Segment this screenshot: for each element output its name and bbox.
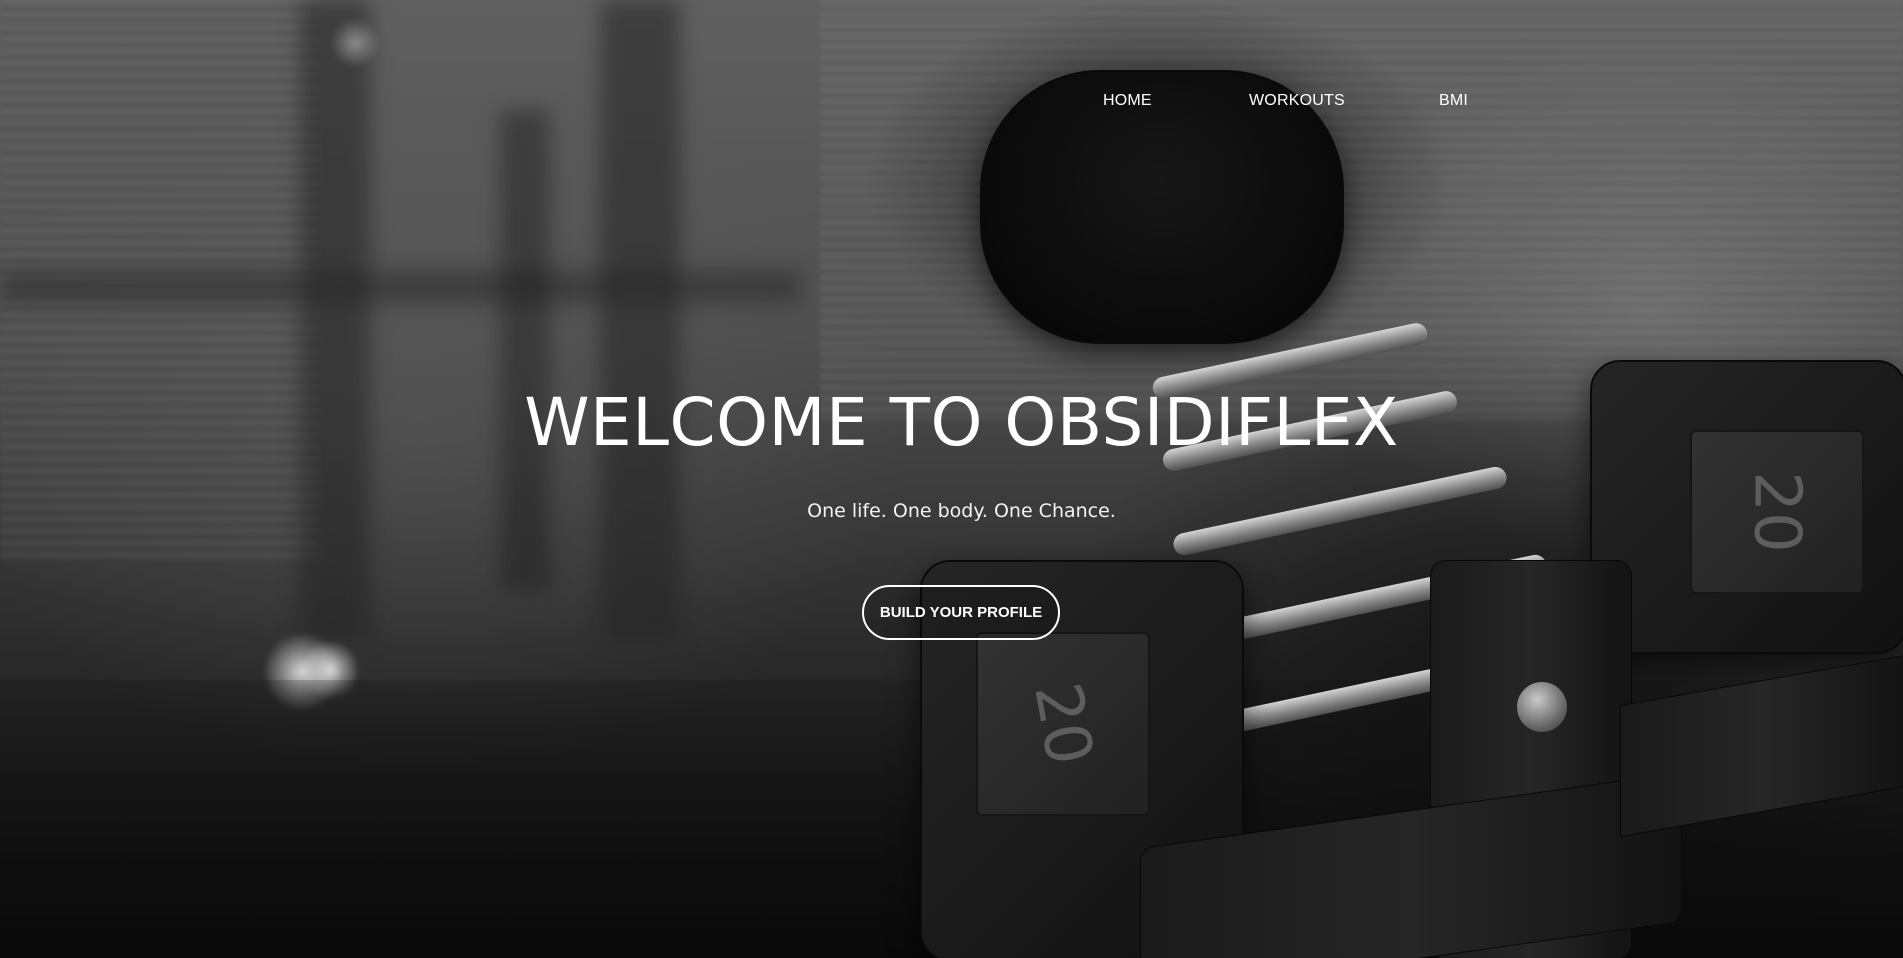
build-profile-button[interactable]: BUILD YOUR PROFILE [862, 585, 1060, 640]
hero-overlay [0, 0, 1903, 958]
nav-link-home[interactable]: HOME [1103, 92, 1152, 110]
main-nav: HOME WORKOUTS BMI [0, 92, 1903, 114]
build-profile-button-label: BUILD YOUR PROFILE [879, 604, 1043, 621]
hero-subtitle: One life. One body. One Chance. [807, 500, 1116, 522]
nav-link-workouts[interactable]: WORKOUTS [1249, 92, 1345, 110]
hero-section: 20 20 HOME WORKOUTS BMI WELCOME TO OBSID… [0, 0, 1903, 958]
hero-title: WELCOME TO OBSIDIFLEX [524, 384, 1399, 461]
nav-link-bmi[interactable]: BMI [1439, 92, 1468, 110]
